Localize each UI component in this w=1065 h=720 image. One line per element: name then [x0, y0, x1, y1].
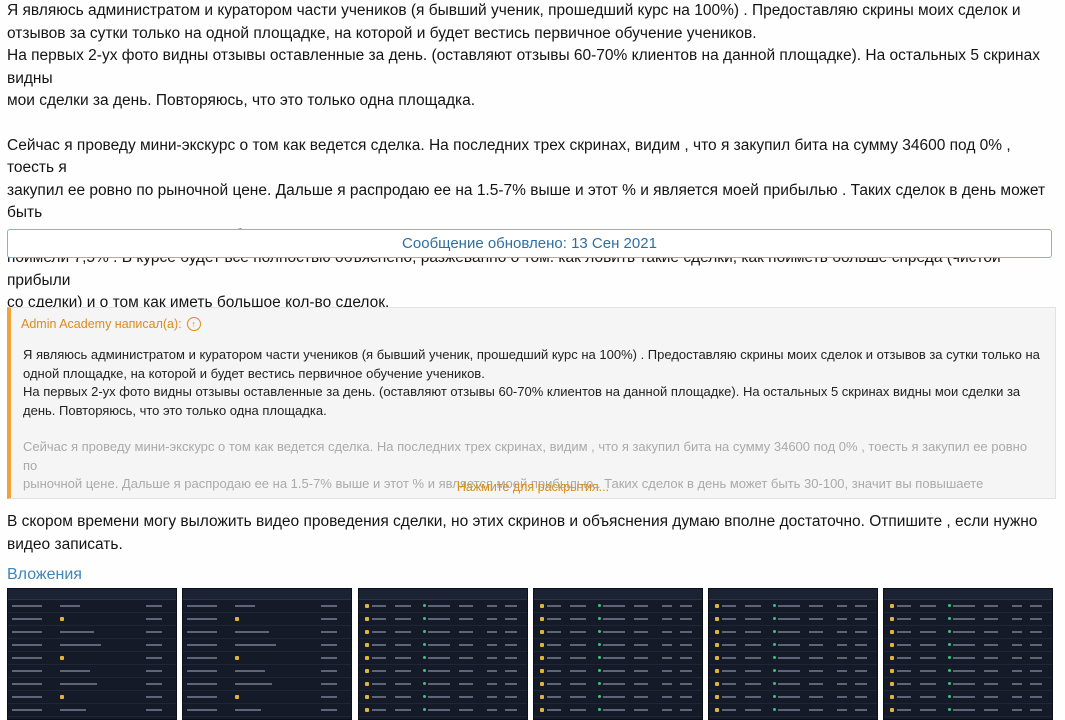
post-line: видео записать. [7, 535, 123, 553]
arrow-up-circle-icon[interactable]: ↑ [186, 317, 201, 331]
post-footer-text: В скором времени могу выложить видео про… [7, 511, 1052, 556]
attachment-thumbnail[interactable] [182, 588, 352, 720]
quote-body: Я являюсь администратом и куратором част… [23, 346, 1043, 494]
post-line: отзывов за сутки только на одной площадк… [7, 24, 757, 42]
attachment-thumbnail[interactable] [883, 588, 1053, 720]
post-line: мои сделки за день. Повторяюсь, что это … [7, 92, 476, 109]
quote-line: день. Повторяюсь, что это только одна пл… [23, 402, 327, 418]
post-body: Я являюсь администратом и куратором част… [7, 0, 1052, 315]
post-line: Сейчас я проведу мини-экскурс о том как … [7, 136, 1011, 177]
quote-line: Я являюсь администратом и куратором част… [23, 347, 1040, 362]
quote-author: Admin Academy написал(а): [21, 317, 182, 331]
quote-line: Сейчас я проведу мини-экскурс о том как … [23, 439, 1028, 473]
attachments-title: Вложения [7, 566, 82, 583]
quote-line: На первых 2-ух фото видны отзывы оставле… [23, 384, 1021, 399]
post-line: В скором времени могу выложить видео про… [7, 513, 1038, 530]
attachment-thumbnail[interactable] [358, 588, 528, 720]
attachment-thumbnail[interactable] [7, 588, 177, 720]
attachment-thumbnail[interactable] [533, 588, 703, 720]
quote-expand-link[interactable]: Нажмите для раскрытия... [11, 480, 1055, 494]
quote-author-link[interactable]: Admin Academy написал(а): ↑ [21, 317, 201, 331]
message-updated-notice[interactable]: Сообщение обновлено: 13 Сен 2021 [7, 229, 1052, 258]
quote-line: одной площадке, на которой и будет вести… [23, 365, 485, 381]
quote-block: Admin Academy написал(а): ↑ Я являюсь ад… [7, 307, 1056, 499]
post-line: На первых 2-ух фото видны отзывы оставле… [7, 47, 1040, 87]
post-line: Я являюсь администратом и куратором част… [7, 2, 1021, 19]
attachment-thumbnail[interactable] [708, 588, 878, 720]
post-line: закупил ее ровно по рыночной цене. Дальш… [7, 181, 1046, 222]
